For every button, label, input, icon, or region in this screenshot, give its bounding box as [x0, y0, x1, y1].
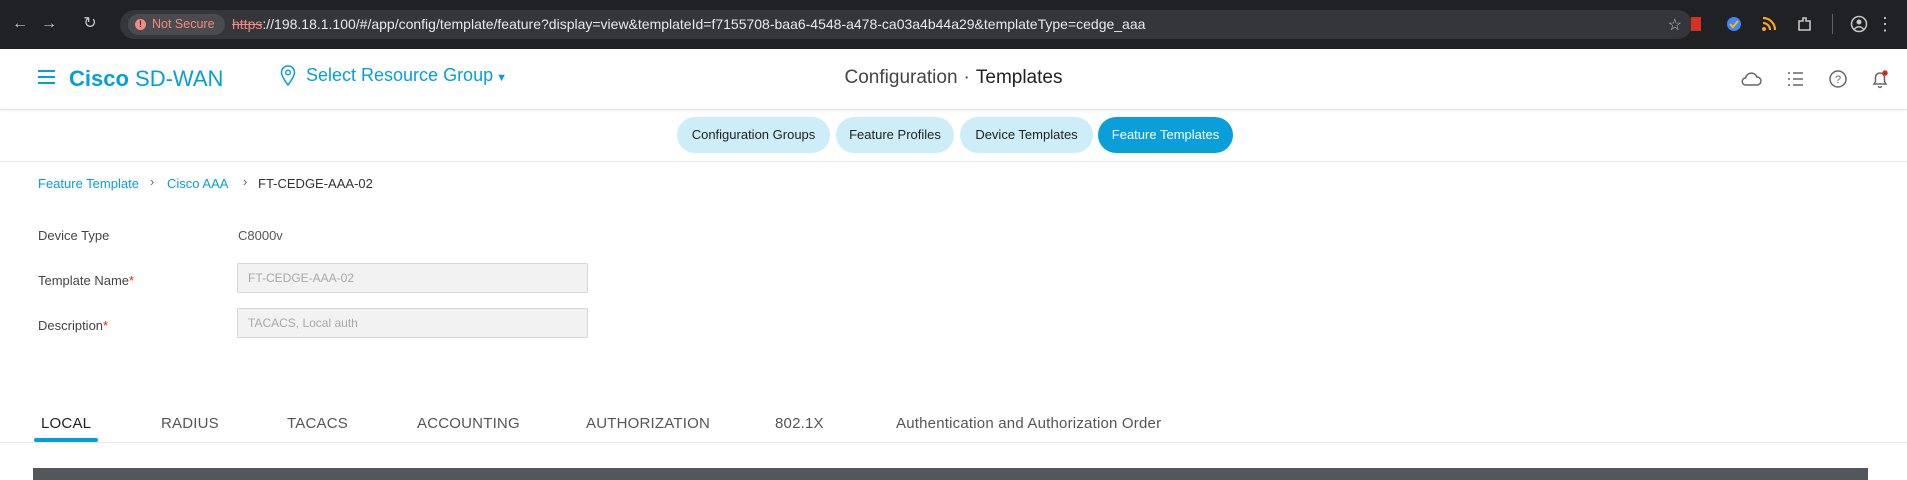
divider — [0, 442, 1907, 443]
tab-authorization[interactable]: AUTHORIZATION — [586, 415, 710, 432]
device-type-label: Device Type — [38, 228, 110, 243]
extensions-puzzle-icon[interactable] — [1796, 15, 1814, 33]
chevron-right-icon: › — [243, 174, 248, 189]
svg-text:?: ? — [1835, 74, 1841, 86]
reload-icon[interactable]: ↻ — [80, 14, 100, 34]
page-title: Configuration · Templates — [0, 67, 1907, 89]
breadcrumb-current: FT-CEDGE-AAA-02 — [258, 176, 373, 191]
not-secure-label: Not Secure — [152, 17, 215, 31]
toolbar-separator — [1832, 14, 1833, 34]
url-path: ://198.18.1.100/#/app/config/template/fe… — [262, 16, 1146, 32]
url-text[interactable]: https://198.18.1.100/#/app/config/templa… — [232, 10, 1145, 39]
address-bar[interactable]: ! Not Secure https://198.18.1.100/#/app/… — [120, 10, 1692, 39]
rss-extension-icon[interactable] — [1760, 15, 1778, 33]
notification-bell-icon[interactable] — [1869, 68, 1891, 90]
template-type-tabs: Configuration Groups Feature Profiles De… — [0, 117, 1907, 154]
title-page: Templates — [975, 67, 1063, 88]
title-separator: · — [963, 67, 970, 88]
browser-menu-icon[interactable]: ⋮ — [1875, 14, 1895, 34]
section-header-bar — [33, 468, 1868, 480]
template-name-label-text: Template Name — [38, 273, 130, 288]
tab-feature-templates[interactable]: Feature Templates — [1098, 117, 1233, 153]
breadcrumb-feature-template[interactable]: Feature Template — [38, 176, 139, 191]
description-label: Description* — [38, 318, 108, 333]
chevron-right-icon: › — [150, 174, 155, 189]
divider — [0, 161, 1907, 162]
tab-local[interactable]: LOCAL — [41, 415, 91, 432]
task-list-icon[interactable] — [1785, 68, 1807, 90]
help-icon[interactable]: ? — [1827, 68, 1849, 90]
description-label-text: Description — [38, 318, 104, 333]
warning-icon: ! — [135, 19, 146, 30]
tab-device-templates[interactable]: Device Templates — [960, 117, 1093, 153]
back-icon[interactable]: ← — [10, 14, 30, 34]
app-header: Cisco SD-WAN Select Resource Group ▼ Conf… — [0, 49, 1907, 110]
bookmark-extension-icon[interactable] — [1687, 15, 1705, 33]
security-chip[interactable]: ! Not Secure — [128, 14, 225, 35]
tab-accounting[interactable]: ACCOUNTING — [417, 415, 520, 432]
tab-tacacs[interactable]: TACACS — [287, 415, 348, 432]
template-name-field[interactable]: FT-CEDGE-AAA-02 — [237, 263, 588, 293]
tab-feature-profiles[interactable]: Feature Profiles — [836, 117, 954, 153]
template-name-label: Template Name* — [38, 273, 134, 288]
description-field[interactable]: TACACS, Local auth — [237, 308, 588, 338]
device-type-value: C8000v — [238, 228, 283, 243]
check-extension-icon[interactable] — [1725, 15, 1743, 33]
required-marker: * — [129, 273, 135, 288]
tab-radius[interactable]: RADIUS — [161, 415, 219, 432]
cloud-icon[interactable] — [1740, 68, 1762, 90]
bookmark-star-icon[interactable]: ☆ — [1668, 15, 1682, 35]
breadcrumb-cisco-aaa[interactable]: Cisco AAA — [167, 176, 228, 191]
forward-icon[interactable]: → — [39, 14, 59, 34]
required-marker: * — [103, 318, 109, 333]
browser-toolbar: ← → ↻ ! Not Secure https://198.18.1.100/… — [0, 0, 1907, 49]
tab-authentication-authorization-order[interactable]: Authentication and Authorization Order — [896, 415, 1161, 432]
tab-configuration-groups[interactable]: Configuration Groups — [677, 117, 830, 153]
title-section: Configuration — [844, 67, 958, 88]
url-scheme: https — [232, 16, 263, 32]
profile-icon[interactable] — [1850, 15, 1868, 33]
tab-802-1x[interactable]: 802.1X — [775, 415, 824, 432]
